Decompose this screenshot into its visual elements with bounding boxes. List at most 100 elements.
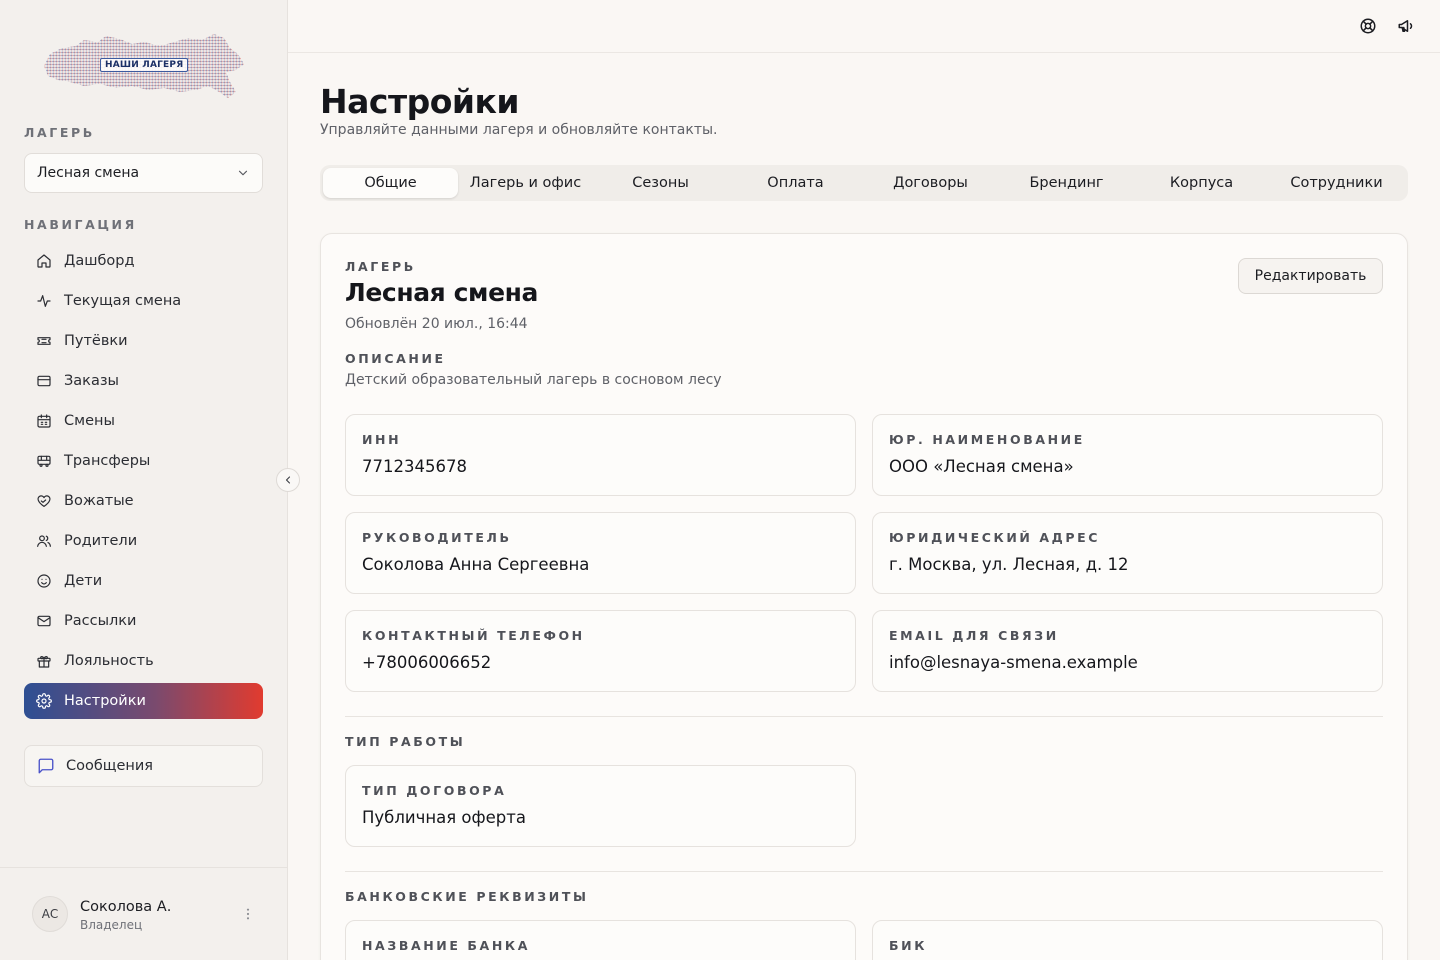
field-label: ИНН xyxy=(362,432,402,447)
field-value: info@lesnaya-smena.example xyxy=(889,653,1138,672)
description-label: ОПИСАНИЕ xyxy=(345,351,446,366)
tab-general[interactable]: Общие xyxy=(323,168,458,198)
nav-item-parents[interactable]: Родители xyxy=(24,523,263,559)
user-name: Соколова А. xyxy=(80,899,172,915)
tab-payment[interactable]: Оплата xyxy=(728,168,863,198)
bank-heading: БАНКОВСКИЕ РЕКВИЗИТЫ xyxy=(345,889,589,904)
main-nav: Дашборд Текущая смена Путёвки Заказы Сме… xyxy=(24,243,263,723)
page-subtitle: Управляйте данными лагеря и обновляйте к… xyxy=(320,122,718,138)
camp-select[interactable]: Лесная смена xyxy=(24,153,263,193)
field-label: НАЗВАНИЕ БАНКА xyxy=(362,938,530,953)
users-icon xyxy=(37,535,51,547)
nav-item-label: Дашборд xyxy=(64,253,135,269)
field-label: ЮР. НАИМЕНОВАНИЕ xyxy=(889,432,1085,447)
chevron-left-icon xyxy=(285,476,291,484)
field-label: КОНТАКТНЫЙ ТЕЛЕФОН xyxy=(362,628,585,643)
field-bank-name: НАЗВАНИЕ БАНКА xyxy=(345,920,856,960)
camp-heading: ЛАГЕРЬ xyxy=(24,125,95,140)
tab-contracts[interactable]: Договоры xyxy=(863,168,998,198)
messages-button[interactable]: Сообщения xyxy=(24,745,263,787)
nav-item-label: Настройки xyxy=(64,693,146,709)
ticket-icon xyxy=(37,337,51,345)
nav-item-label: Текущая смена xyxy=(64,293,182,309)
more-vertical-icon[interactable] xyxy=(240,906,256,922)
field-phone: КОНТАКТНЫЙ ТЕЛЕФОН +78006006652 xyxy=(345,610,856,692)
tab-branding[interactable]: Брендинг xyxy=(999,168,1134,198)
logo-text: НАШИ ЛАГЕРЯ xyxy=(100,58,189,72)
nav-item-label: Путёвки xyxy=(64,333,128,349)
nav-item-label: Вожатые xyxy=(64,493,134,509)
tab-camp-and-office[interactable]: Лагерь и офис xyxy=(458,168,593,198)
nav-item-label: Трансферы xyxy=(64,453,151,469)
field-email: EMAIL ДЛЯ СВЯЗИ info@lesnaya-smena.examp… xyxy=(872,610,1383,692)
field-label: ТИП ДОГОВОРА xyxy=(362,783,507,798)
nav-item-vouchers[interactable]: Путёвки xyxy=(24,323,263,359)
field-inn: ИНН 7712345678 xyxy=(345,414,856,496)
nav-item-label: Заказы xyxy=(64,373,119,389)
nav-item-current-shift[interactable]: Текущая смена xyxy=(24,283,263,319)
nav-heading: НАВИГАЦИЯ xyxy=(24,217,137,232)
brand-logo[interactable]: НАШИ ЛАГЕРЯ xyxy=(40,30,248,104)
nav-item-transfers[interactable]: Трансферы xyxy=(24,443,263,479)
field-value: ООО «Лесная смена» xyxy=(889,457,1074,476)
edit-button[interactable]: Редактировать xyxy=(1238,258,1383,294)
avatar[interactable]: АС xyxy=(32,896,68,932)
camp-title: Лесная смена xyxy=(345,278,538,307)
nav-item-settings[interactable]: Настройки xyxy=(24,683,263,719)
calendar-icon xyxy=(37,414,51,428)
nav-item-dashboard[interactable]: Дашборд xyxy=(24,243,263,279)
help-lifebuoy-icon[interactable] xyxy=(1359,17,1377,35)
field-label: EMAIL ДЛЯ СВЯЗИ xyxy=(889,628,1059,643)
nav-item-counselors[interactable]: Вожатые xyxy=(24,483,263,519)
tab-buildings[interactable]: Корпуса xyxy=(1134,168,1269,198)
nav-item-label: Лояльность xyxy=(64,653,154,669)
settings-icon xyxy=(36,693,52,709)
nav-item-label: Рассылки xyxy=(64,613,137,629)
field-contract-type: ТИП ДОГОВОРА Публичная оферта xyxy=(345,765,856,847)
field-legal-address: ЮРИДИЧЕСКИЙ АДРЕС г. Москва, ул. Лесная,… xyxy=(872,512,1383,594)
activity-icon xyxy=(37,295,51,307)
field-value: г. Москва, ул. Лесная, д. 12 xyxy=(889,555,1129,574)
field-value: Соколова Анна Сергеевна xyxy=(362,555,590,574)
topbar xyxy=(288,0,1440,53)
user-role: Владелец xyxy=(80,918,143,932)
nav-item-label: Дети xyxy=(64,573,103,589)
page-title: Настройки xyxy=(320,82,520,121)
bus-icon xyxy=(37,455,51,467)
nav-item-loyalty[interactable]: Лояльность xyxy=(24,643,263,679)
field-value: Публичная оферта xyxy=(362,808,526,827)
field-value: +78006006652 xyxy=(362,653,492,672)
work-type-heading: ТИП РАБОТЫ xyxy=(345,734,466,749)
field-label: ЮРИДИЧЕСКИЙ АДРЕС xyxy=(889,530,1101,545)
credit-card-icon xyxy=(37,375,51,387)
nav-item-label: Смены xyxy=(64,413,115,429)
sidebar: НАШИ ЛАГЕРЯ ЛАГЕРЬ Лесная смена НАВИГАЦИ… xyxy=(0,0,288,960)
description-text: Детский образовательный лагерь в сосново… xyxy=(345,372,722,388)
chevron-down-icon xyxy=(238,170,248,176)
settings-tabs: Общие Лагерь и офис Сезоны Оплата Догово… xyxy=(320,165,1408,201)
camp-select-value: Лесная смена xyxy=(37,165,140,181)
gift-icon xyxy=(37,656,51,668)
nav-item-orders[interactable]: Заказы xyxy=(24,363,263,399)
nav-item-mailings[interactable]: Рассылки xyxy=(24,603,263,639)
heart-handshake-icon xyxy=(37,495,51,507)
tab-seasons[interactable]: Сезоны xyxy=(593,168,728,198)
camp-card: ЛАГЕРЬ Лесная смена Обновлён 20 июл., 16… xyxy=(320,233,1408,960)
collapse-sidebar-button[interactable] xyxy=(276,468,300,492)
field-legal-name: ЮР. НАИМЕНОВАНИЕ ООО «Лесная смена» xyxy=(872,414,1383,496)
message-square-icon xyxy=(38,758,54,774)
messages-label: Сообщения xyxy=(66,758,154,774)
camp-eyebrow: ЛАГЕРЬ xyxy=(345,259,416,274)
field-director: РУКОВОДИТЕЛЬ Соколова Анна Сергеевна xyxy=(345,512,856,594)
mail-icon xyxy=(37,615,51,627)
field-label: РУКОВОДИТЕЛЬ xyxy=(362,530,512,545)
field-bik: БИК xyxy=(872,920,1383,960)
megaphone-icon[interactable] xyxy=(1397,17,1415,35)
field-value: 7712345678 xyxy=(362,457,467,476)
tab-staff[interactable]: Сотрудники xyxy=(1269,168,1404,198)
nav-item-label: Родители xyxy=(64,533,138,549)
nav-item-children[interactable]: Дети xyxy=(24,563,263,599)
nav-item-shifts[interactable]: Смены xyxy=(24,403,263,439)
section-divider xyxy=(345,716,1383,717)
user-panel: АС Соколова А. Владелец xyxy=(0,867,288,960)
